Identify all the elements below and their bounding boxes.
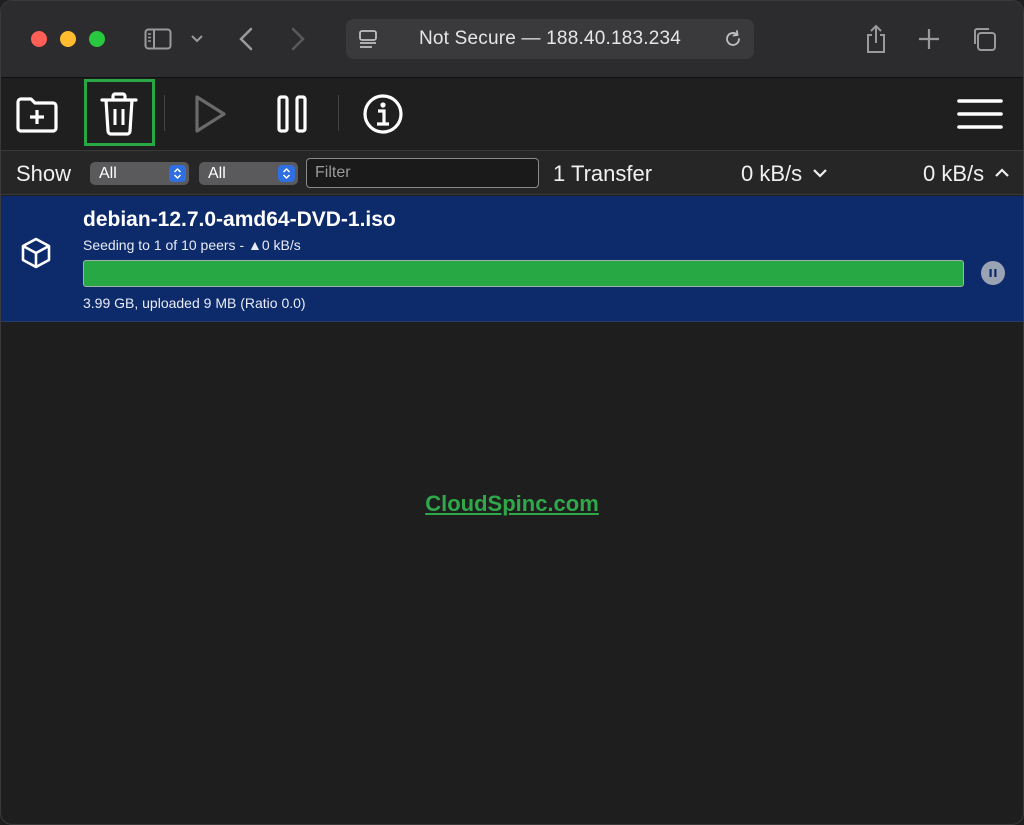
chevron-up-icon <box>995 168 1010 177</box>
browser-toolbar: Not Secure — 188.40.183.234 <box>1 1 1023 78</box>
chevron-left-icon[interactable] <box>233 23 259 55</box>
upload-speed-value: 0 kB/s <box>923 161 985 186</box>
chevron-down-icon <box>813 169 828 178</box>
filter-input[interactable] <box>306 158 539 188</box>
hamburger-menu-icon <box>957 99 1003 129</box>
browser-window: Not Secure — 188.40.183.234 Show All All… <box>0 0 1024 825</box>
address-bar[interactable]: Not Secure — 188.40.183.234 <box>346 19 754 59</box>
reload-icon[interactable] <box>722 28 744 55</box>
select-arrows-icon <box>278 165 295 182</box>
show-label: Show <box>16 161 72 186</box>
main-menu-button[interactable] <box>948 83 1012 145</box>
start-torrent-button[interactable] <box>178 83 242 145</box>
download-speed[interactable]: 0 kB/s <box>741 161 828 187</box>
site-settings-icon[interactable] <box>358 28 380 55</box>
folder-plus-icon <box>16 97 58 133</box>
tracker-filter-select[interactable]: All <box>199 162 298 185</box>
chevron-right-icon[interactable] <box>285 23 311 55</box>
chevron-down-icon[interactable] <box>187 23 207 55</box>
plus-icon[interactable] <box>915 23 943 55</box>
zoom-window-button[interactable] <box>89 31 105 47</box>
torrent-peers-status: Seeding to 1 of 10 peers - ▲0 kB/s <box>83 237 301 253</box>
transfer-count: 1 Transfer <box>553 161 653 186</box>
info-icon <box>363 94 403 134</box>
trash-icon <box>100 92 138 136</box>
torrent-progress-bar <box>83 260 964 287</box>
status-filter-select[interactable]: All <box>90 162 189 185</box>
minimize-window-button[interactable] <box>60 31 76 47</box>
close-window-button[interactable] <box>31 31 47 47</box>
toolbar-separator <box>338 95 339 131</box>
share-icon[interactable] <box>861 23 891 55</box>
torrent-row[interactable]: debian-12.7.0-amd64-DVD-1.iso Seeding to… <box>1 196 1023 322</box>
torrent-name: debian-12.7.0-amd64-DVD-1.iso <box>83 208 396 231</box>
open-torrent-button[interactable] <box>5 83 69 145</box>
upload-speed[interactable]: 0 kB/s <box>923 161 1010 187</box>
filter-bar: Show All All 1 Transfer 0 kB/s 0 kB/s <box>1 150 1023 195</box>
play-icon <box>195 95 226 133</box>
torrent-info-button[interactable] <box>351 83 415 145</box>
select-arrows-icon <box>169 165 186 182</box>
status-filter-value: All <box>99 165 117 182</box>
torrent-stats: 3.99 GB, uploaded 9 MB (Ratio 0.0) <box>83 295 306 311</box>
download-speed-value: 0 kB/s <box>741 161 803 186</box>
sidebar-icon[interactable] <box>141 23 175 55</box>
package-icon <box>20 236 52 275</box>
transmission-toolbar <box>1 79 1023 149</box>
pause-icon <box>277 95 307 133</box>
watermark-link[interactable]: CloudSpinc.com <box>1 491 1023 517</box>
pause-icon[interactable] <box>981 261 1005 285</box>
tab-overview-icon[interactable] <box>969 23 999 55</box>
toolbar-separator <box>164 95 165 131</box>
address-text: Not Secure — 188.40.183.234 <box>418 28 682 49</box>
tracker-filter-value: All <box>208 165 226 182</box>
remove-torrent-button[interactable] <box>87 83 151 145</box>
pause-torrent-button[interactable] <box>260 83 324 145</box>
